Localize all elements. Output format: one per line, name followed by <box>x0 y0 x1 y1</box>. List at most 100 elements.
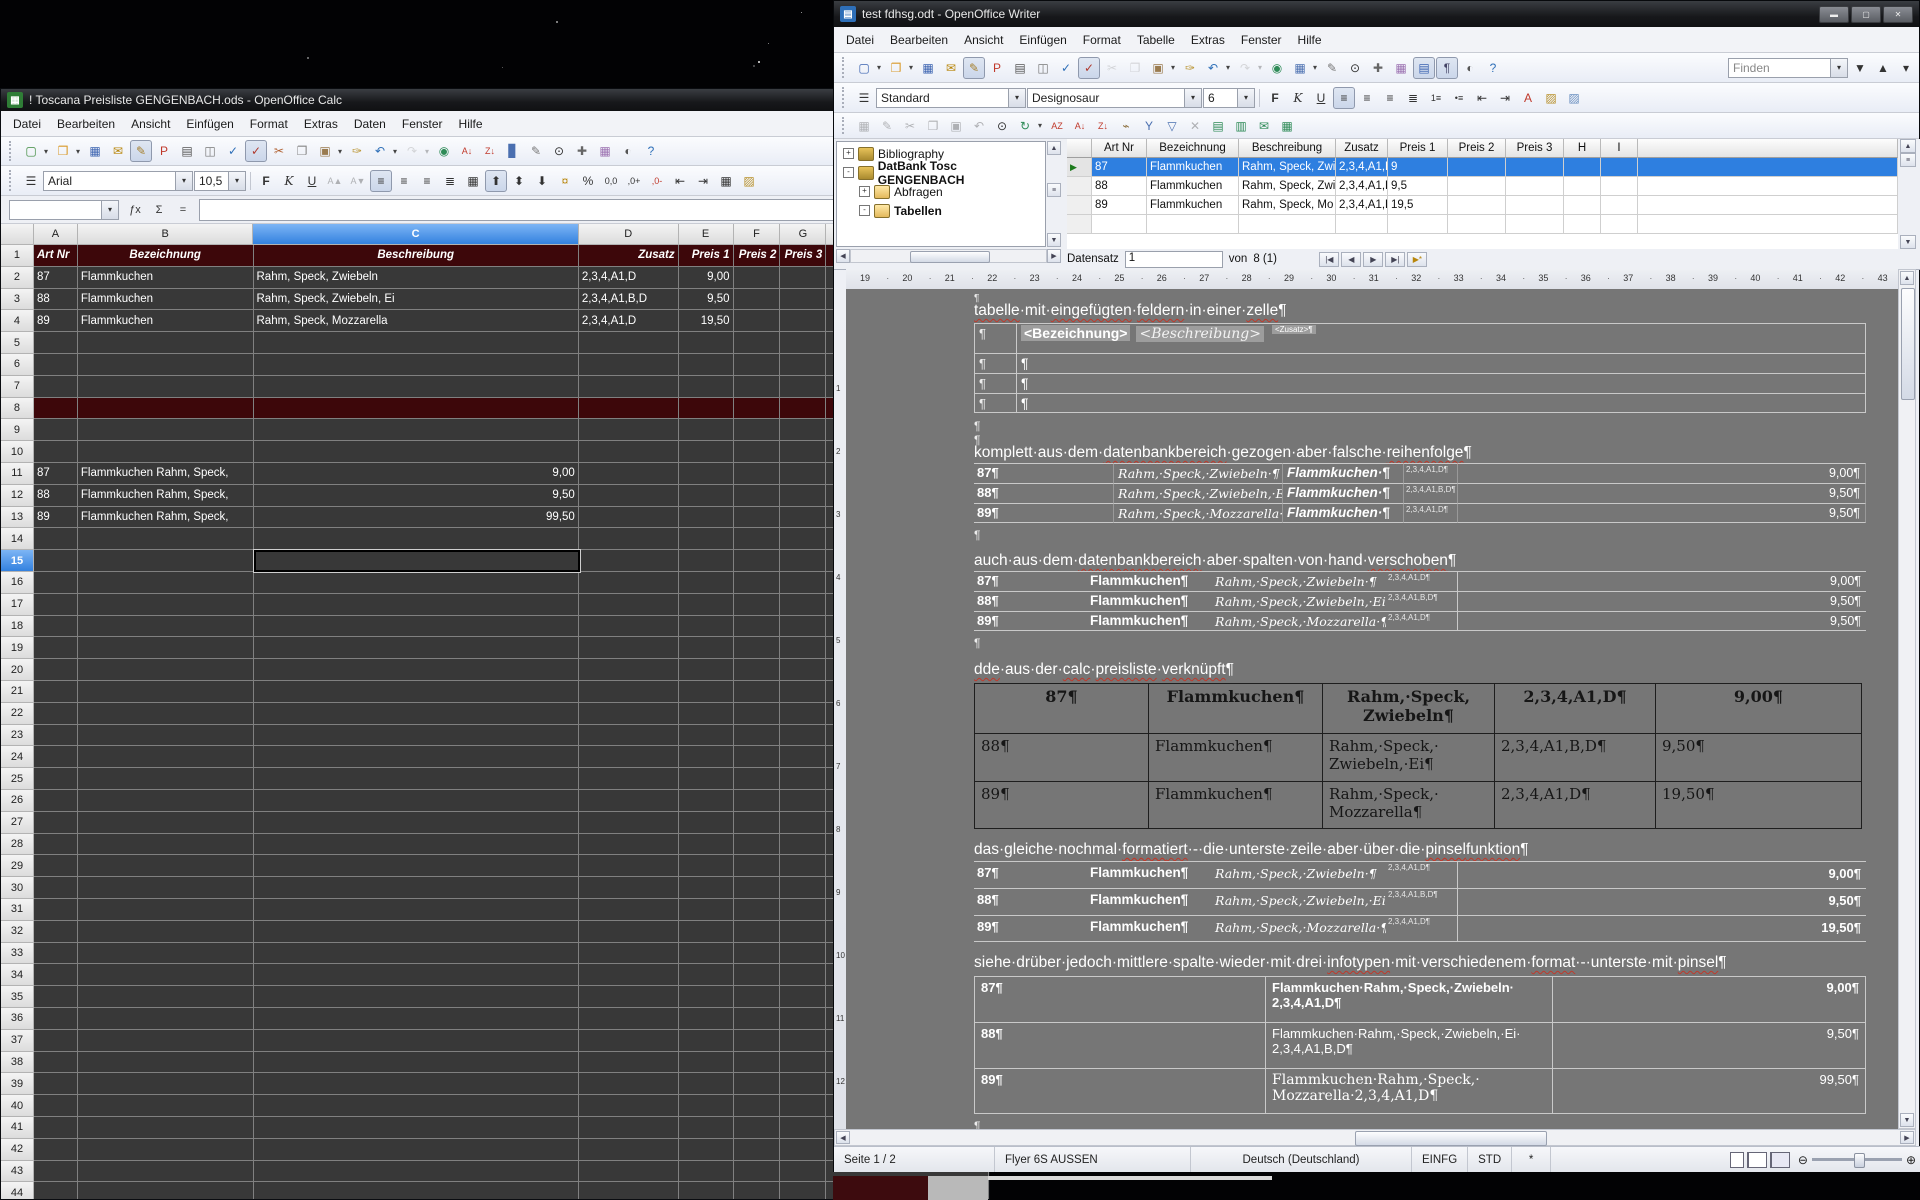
email-icon[interactable]: ✉ <box>107 140 129 162</box>
calc-cell-D3[interactable]: 2,3,4,A1,B,D <box>579 289 679 311</box>
copy-icon[interactable]: ❐ <box>922 115 944 137</box>
row-header-37[interactable]: 37 <box>1 1030 34 1052</box>
writer-font-size-combo-dropdown-icon[interactable]: ▾ <box>1237 89 1254 107</box>
find-record-icon[interactable]: ⊙ <box>991 115 1013 137</box>
calc-cell-D20[interactable] <box>579 659 679 681</box>
calc-cell-B6[interactable] <box>78 354 254 376</box>
italic-icon[interactable]: K <box>1287 87 1309 109</box>
calc-cell-C14[interactable] <box>254 528 579 550</box>
calc-cell-E25[interactable] <box>679 768 734 790</box>
calc-cell-G20[interactable] <box>780 659 826 681</box>
calc-cell-G28[interactable] <box>780 834 826 856</box>
ds-cell[interactable] <box>1448 177 1506 196</box>
sort-ascending-icon[interactable]: A↓ <box>1069 115 1091 137</box>
calc-cell-A15[interactable] <box>34 550 78 572</box>
tree-item-label[interactable]: DatBank Tosc GENGENBACH <box>878 159 1045 187</box>
calc-menu-datei[interactable]: Datei <box>5 114 49 134</box>
calc-cell-G3[interactable] <box>780 289 826 311</box>
calc-cell-E5[interactable] <box>679 332 734 354</box>
underline-icon[interactable]: U <box>301 170 323 192</box>
navigator-icon[interactable]: ✚ <box>1367 57 1389 79</box>
writer-menu-format[interactable]: Format <box>1075 30 1129 50</box>
document-canvas[interactable]: ¶tabelle·mit·eingefügten·feldern·in·eine… <box>846 289 1898 1129</box>
calc-cell-E42[interactable] <box>679 1139 734 1161</box>
calc-cell-D42[interactable] <box>579 1139 679 1161</box>
calc-cell-A8[interactable] <box>34 398 78 420</box>
row-header-13[interactable]: 13 <box>1 507 34 529</box>
table-dropdown-icon[interactable]: ▾ <box>1310 57 1320 79</box>
name-box-dropdown-icon[interactable]: ▾ <box>101 201 118 219</box>
column-header-F[interactable]: F <box>734 224 781 245</box>
calc-cell-D14[interactable] <box>579 528 679 550</box>
hyperlink-icon[interactable]: ◉ <box>433 140 455 162</box>
ds-cell[interactable] <box>1601 158 1638 177</box>
calc-cell-G29[interactable] <box>780 855 826 877</box>
data-to-text-icon[interactable]: ▤ <box>1207 115 1229 137</box>
open-dropdown-icon[interactable]: ▾ <box>73 140 83 162</box>
email-icon[interactable]: ✉ <box>940 57 962 79</box>
calc-cell-F32[interactable] <box>734 921 781 943</box>
calc-cell-A16[interactable] <box>34 572 78 594</box>
calc-cell-B3[interactable]: Flammkuchen <box>78 289 254 311</box>
calc-cell-G9[interactable] <box>780 419 826 441</box>
status-language[interactable]: Deutsch (Deutschland) <box>1191 1147 1412 1172</box>
ds-row-selector-header[interactable] <box>1067 139 1092 158</box>
calc-cell-B12[interactable]: Flammkuchen Rahm, Speck, <box>78 485 254 507</box>
calc-cell-A20[interactable] <box>34 659 78 681</box>
doc-vscrollbar[interactable]: ▲ ▼ <box>1898 269 1916 1129</box>
calc-cell-C27[interactable] <box>254 812 579 834</box>
calc-cell-F12[interactable] <box>734 485 781 507</box>
calc-cell-G30[interactable] <box>780 877 826 899</box>
row-header-40[interactable]: 40 <box>1 1095 34 1117</box>
row-header-1[interactable]: 1 <box>1 245 34 267</box>
bold-icon[interactable]: F <box>1264 87 1286 109</box>
calc-cell-D32[interactable] <box>579 921 679 943</box>
mail-merge-icon[interactable]: ✉ <box>1253 115 1275 137</box>
calc-cell-F41[interactable] <box>734 1117 781 1139</box>
draw-icon[interactable]: ✎ <box>525 140 547 162</box>
copy-icon[interactable]: ❐ <box>1124 57 1146 79</box>
calc-cell-D9[interactable] <box>579 419 679 441</box>
calc-font-size-combo[interactable]: 10,5▾ <box>194 171 246 191</box>
writer-titlebar[interactable]: ▤ test fdhsg.odt - OpenOffice Writer ▬▢✕ <box>834 1 1919 27</box>
bullets-icon[interactable]: •≡ <box>1448 87 1470 109</box>
undo-dropdown-icon[interactable]: ▾ <box>1223 57 1233 79</box>
row-header-44[interactable]: 44 <box>1 1182 34 1199</box>
calc-menu-hilfe[interactable]: Hilfe <box>451 114 491 134</box>
ds-splitter-icon[interactable]: ≡ <box>1900 153 1916 167</box>
calc-cell-E2[interactable]: 9,00 <box>679 267 734 289</box>
calc-cell-B25[interactable] <box>78 768 254 790</box>
calc-cell-F44[interactable] <box>734 1182 781 1199</box>
row-header-12[interactable]: 12 <box>1 485 34 507</box>
calc-cell-E4[interactable]: 19,50 <box>679 310 734 332</box>
ds-cell[interactable] <box>1506 196 1564 215</box>
status-page-style[interactable]: Flyer 6S AUSSEN <box>995 1147 1191 1172</box>
calc-cell-C1[interactable]: Beschreibung <box>254 245 579 267</box>
calc-cell-B9[interactable] <box>78 419 254 441</box>
calc-cell-F7[interactable] <box>734 376 781 398</box>
column-header-A[interactable]: A <box>34 224 78 245</box>
cut-icon[interactable]: ✂ <box>268 140 290 162</box>
ds-cell[interactable]: Flammkuchen <box>1147 177 1239 196</box>
paragraph-style-combo-dropdown-icon[interactable]: ▾ <box>1008 89 1025 107</box>
calc-cell-F14[interactable] <box>734 528 781 550</box>
calc-cell-C19[interactable] <box>254 637 579 659</box>
calc-cell-A2[interactable]: 87 <box>34 267 78 289</box>
copy-icon[interactable]: ❐ <box>291 140 313 162</box>
calc-cell-F29[interactable] <box>734 855 781 877</box>
remove-filter-icon[interactable]: ✕ <box>1184 115 1206 137</box>
save-icon[interactable]: ▦ <box>84 140 106 162</box>
calc-cell-E37[interactable] <box>679 1030 734 1052</box>
valign-top-icon[interactable]: ⬆ <box>485 170 507 192</box>
ds-column-zusatz[interactable]: Zusatz <box>1336 139 1388 158</box>
calc-cell-F35[interactable] <box>734 986 781 1008</box>
calc-cell-D44[interactable] <box>579 1182 679 1199</box>
ds-cell[interactable] <box>1448 196 1506 215</box>
writer-menu-fenster[interactable]: Fenster <box>1233 30 1290 50</box>
calc-cell-C23[interactable] <box>254 725 579 747</box>
calc-cell-B44[interactable] <box>78 1182 254 1199</box>
calc-cell-G34[interactable] <box>780 964 826 986</box>
calc-cell-B42[interactable] <box>78 1139 254 1161</box>
tree-expand-icon[interactable]: + <box>843 148 854 159</box>
tree-scroll-down-icon[interactable]: ▼ <box>1047 233 1061 247</box>
